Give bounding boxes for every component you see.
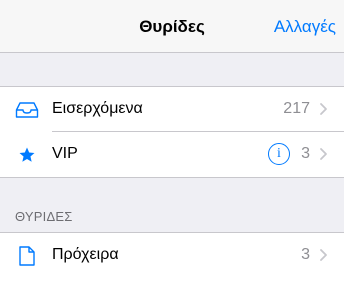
section-header-label: ΘΥΡΙΔΕΣ <box>15 209 73 224</box>
inbox-icon <box>15 98 39 122</box>
mailbox-label: VIP <box>52 145 78 162</box>
info-icon[interactable]: i <box>268 143 290 165</box>
chevron-right-icon <box>318 102 330 116</box>
group-spacer <box>0 54 344 86</box>
draft-document-icon <box>15 244 39 268</box>
unread-count: 3 <box>301 246 310 263</box>
navigation-bar: Θυρίδες Αλλαγές <box>0 0 344 53</box>
mailbox-row-vip[interactable]: VIP i 3 <box>0 132 344 177</box>
chevron-right-icon <box>318 147 330 161</box>
chevron-right-icon <box>318 248 330 262</box>
star-icon <box>15 143 39 167</box>
unread-count: 217 <box>283 100 310 117</box>
section-header: ΘΥΡΙΔΕΣ <box>0 178 344 232</box>
mailbox-label: Εισερχόμενα <box>52 100 143 117</box>
mailbox-row-inbox[interactable]: Εισερχόμενα 217 <box>0 87 344 132</box>
edit-button[interactable]: Αλλαγές <box>274 17 336 37</box>
mailbox-row-drafts[interactable]: Πρόχειρα 3 <box>0 233 344 281</box>
unread-count: 3 <box>301 145 310 162</box>
mailbox-label: Πρόχειρα <box>52 246 119 263</box>
